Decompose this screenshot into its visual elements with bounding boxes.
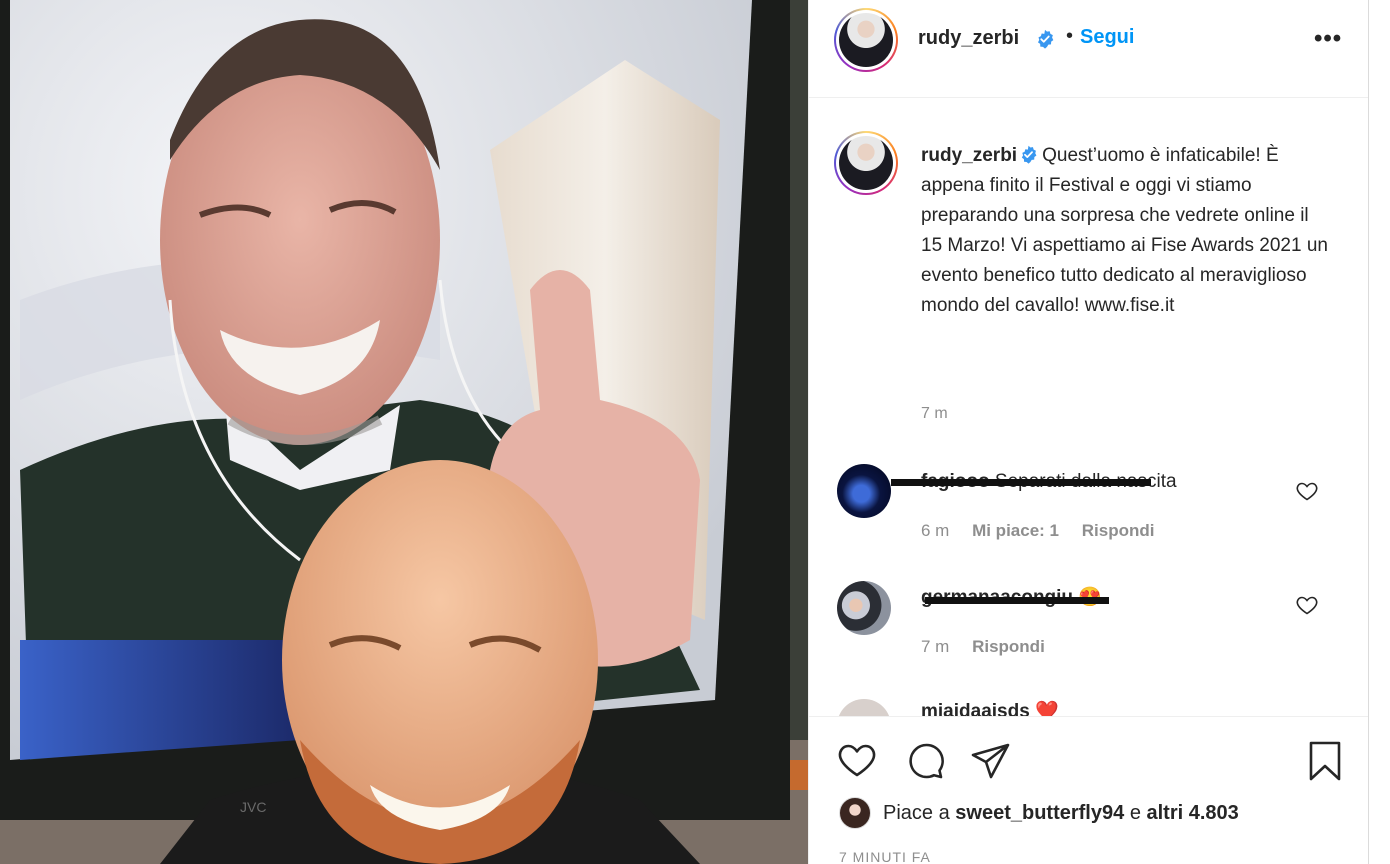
- reply-button[interactable]: Rispondi: [972, 637, 1045, 656]
- caption-username[interactable]: rudy_zerbi: [921, 145, 1017, 166]
- liker-avatar[interactable]: [839, 797, 871, 829]
- likes-others[interactable]: altri 4.803: [1147, 802, 1239, 825]
- page-scroll-edge[interactable]: [1368, 0, 1390, 864]
- follow-button[interactable]: Segui: [1080, 26, 1134, 49]
- post-photo[interactable]: JVC: [0, 0, 808, 864]
- redaction-bar: [925, 597, 1109, 604]
- likes-user[interactable]: sweet_butterfly94: [955, 802, 1124, 825]
- more-options-button[interactable]: •••: [1314, 25, 1342, 53]
- comment-heart-icon[interactable]: [1295, 479, 1319, 503]
- comment-heart-icon[interactable]: [1295, 593, 1319, 617]
- comment-meta: 7 m Rispondi: [921, 637, 1063, 657]
- heart-icon[interactable]: [835, 739, 879, 783]
- comment-time[interactable]: 6 m: [921, 521, 949, 540]
- reply-button[interactable]: Rispondi: [1082, 521, 1155, 540]
- redaction-bar: [891, 479, 1151, 486]
- comment-text-line: miaidaaisds ❤️: [921, 699, 1059, 716]
- comment-item: fagiooo Separati dalla nascita 6 m Mi pi…: [809, 459, 1369, 569]
- commenter-avatar[interactable]: [837, 464, 891, 518]
- likes-middle: e: [1129, 801, 1141, 824]
- share-icon[interactable]: [969, 739, 1013, 783]
- commenter-avatar[interactable]: [837, 699, 891, 716]
- verified-badge-icon: [1021, 145, 1037, 164]
- comment-item: germanaacongiu 😍 7 m Rispondi: [809, 575, 1369, 685]
- verified-badge-icon: [1038, 29, 1054, 49]
- post-header: rudy_zerbi • Segui •••: [809, 0, 1369, 98]
- post-timestamp[interactable]: 7 MINUTI FA: [839, 849, 931, 864]
- tv-brand-label: JVC: [240, 799, 266, 815]
- author-username[interactable]: rudy_zerbi: [918, 27, 1019, 50]
- caption-text: Quest’uomo è infaticabile! È appena fini…: [921, 145, 1328, 316]
- post-side-panel: rudy_zerbi • Segui ••• rudy_zerbi Quest’…: [808, 0, 1369, 864]
- comment-text: ❤️: [1035, 701, 1059, 716]
- instagram-post: JVC rudy_zerbi • Segui ••• rudy_zerbi Qu…: [0, 0, 1390, 864]
- comments-list[interactable]: rudy_zerbi Quest’uomo è infaticabile! È …: [809, 99, 1369, 716]
- bookmark-icon[interactable]: [1303, 739, 1347, 783]
- comment-icon[interactable]: [903, 739, 947, 783]
- caption-avatar[interactable]: [834, 131, 898, 195]
- comment-meta: 6 m Mi piace: 1 Rispondi: [921, 521, 1172, 541]
- author-avatar[interactable]: [834, 8, 898, 72]
- comment-username[interactable]: miaidaaisds: [921, 701, 1030, 716]
- selfie-photo-illustration: JVC: [0, 0, 808, 864]
- caption-text-block: rudy_zerbi Quest’uomo è infaticabile! È …: [921, 141, 1331, 321]
- comment-likes-count[interactable]: Mi piace: 1: [972, 521, 1059, 540]
- post-actions-bar: Piace a sweet_butterfly94 e altri 4.803 …: [809, 716, 1369, 864]
- caption-time[interactable]: 7 m: [921, 405, 948, 423]
- comment-time[interactable]: 7 m: [921, 637, 949, 656]
- commenter-avatar[interactable]: [837, 581, 891, 635]
- likes-summary: Piace a sweet_butterfly94 e altri 4.803: [839, 797, 1239, 829]
- likes-prefix: Piace a: [883, 801, 950, 824]
- comment-item: miaidaaisds ❤️: [809, 695, 1369, 716]
- follow-separator: •: [1066, 25, 1074, 47]
